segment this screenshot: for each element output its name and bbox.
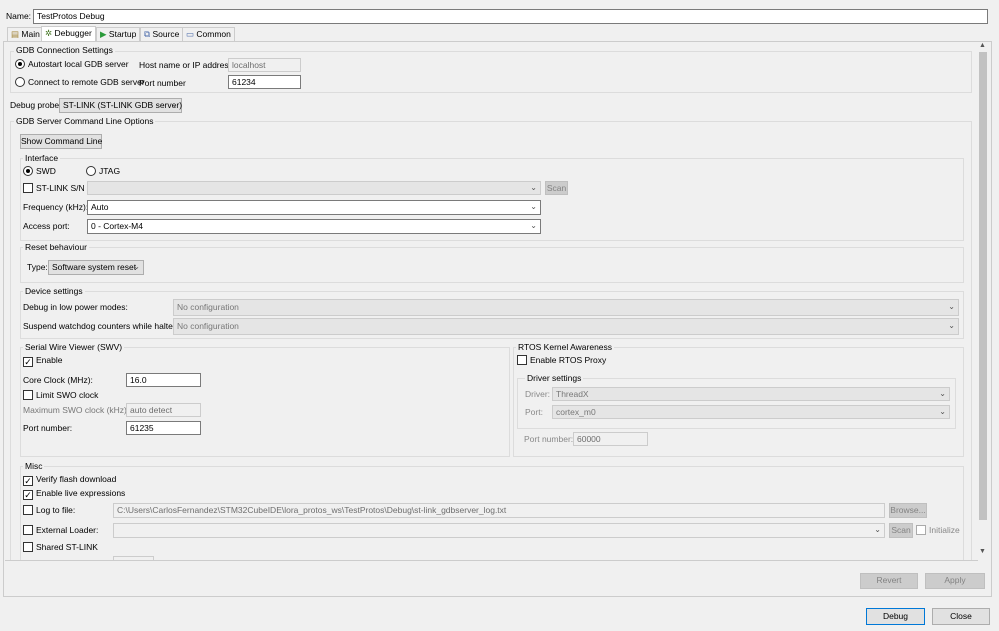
- debug-button[interactable]: Debug: [866, 608, 925, 625]
- apply-button[interactable]: Apply: [925, 573, 985, 589]
- reset-title: Reset behaviour: [23, 242, 89, 252]
- external-loader-checkbox[interactable]: External Loader:: [23, 525, 98, 536]
- low-power-select[interactable]: No configuration ⌄: [173, 299, 959, 316]
- scan-sn-button[interactable]: Scan: [545, 181, 568, 195]
- misc-title: Misc: [23, 461, 45, 471]
- scroll-up-icon[interactable]: ▲: [979, 42, 986, 49]
- frequency-select[interactable]: Auto ⌄: [87, 200, 541, 215]
- debug-probe-label: Debug probe: [10, 100, 60, 110]
- stlink-sn-checkbox[interactable]: ST-LINK S/N: [23, 183, 85, 194]
- port-label: Port number: [139, 78, 186, 88]
- initialize-checkbox[interactable]: Initialize: [916, 525, 960, 536]
- reset-type-select[interactable]: Software system reset ⌄: [48, 260, 144, 275]
- access-port-label: Access port:: [23, 221, 70, 231]
- driver-settings-title: Driver settings: [525, 373, 584, 383]
- name-label: Name:: [6, 11, 32, 21]
- max-swo-input[interactable]: auto detect: [126, 403, 201, 417]
- max-swo-label: Maximum SWO clock (kHz):: [23, 405, 130, 415]
- external-loader-select[interactable]: ⌄: [113, 523, 885, 538]
- rtos-port-number-input[interactable]: 60000: [573, 432, 648, 446]
- swv-group: [20, 347, 510, 457]
- shared-stlink-checkbox[interactable]: Shared ST-LINK: [23, 542, 98, 553]
- driver-label: Driver:: [525, 389, 551, 399]
- scrollbar[interactable]: ▲ ▼: [978, 42, 988, 560]
- scroll-area-border: [5, 560, 978, 561]
- driver-select[interactable]: ThreadX ⌄: [552, 387, 950, 401]
- swv-enable-checkbox[interactable]: ✓ Enable: [23, 355, 62, 367]
- interface-title: Interface: [23, 153, 61, 163]
- swd-radio[interactable]: SWD: [23, 166, 56, 177]
- log-to-file-checkbox[interactable]: Log to file:: [23, 505, 75, 516]
- host-input[interactable]: localhost: [228, 58, 301, 72]
- bug-icon: ✲: [45, 28, 53, 38]
- source-icon: ⧉: [144, 29, 151, 39]
- host-label: Host name or IP address: [139, 60, 233, 70]
- jtag-radio[interactable]: JTAG: [86, 166, 120, 177]
- common-icon: ▭: [186, 29, 195, 39]
- swv-port-label: Port number:: [23, 423, 73, 433]
- verify-flash-checkbox[interactable]: ✓ Verify flash download: [23, 474, 116, 486]
- limit-swo-checkbox[interactable]: Limit SWO clock: [23, 390, 98, 401]
- watchdog-label: Suspend watchdog counters while halted:: [23, 321, 180, 331]
- tab-source[interactable]: ⧉ Source: [140, 27, 184, 41]
- scan-loader-button[interactable]: Scan: [889, 523, 913, 538]
- revert-button[interactable]: Revert: [860, 573, 918, 589]
- debug-probe-select[interactable]: ST-LINK (ST-LINK GDB server) ⌄: [59, 98, 182, 113]
- access-port-select[interactable]: 0 - Cortex-M4 ⌄: [87, 219, 541, 234]
- log-file-input[interactable]: C:\Users\CarlosFernandez\STM32CubeIDE\lo…: [113, 503, 885, 518]
- watchdog-select[interactable]: No configuration ⌄: [173, 318, 959, 335]
- tab-main[interactable]: ▤ Main: [7, 27, 44, 41]
- rtos-port-label: Port:: [525, 407, 543, 417]
- gdb-connection-title: GDB Connection Settings: [14, 45, 115, 55]
- device-settings-title: Device settings: [23, 286, 85, 296]
- browse-button[interactable]: Browse...: [889, 503, 927, 518]
- frequency-label: Frequency (kHz):: [23, 202, 89, 212]
- rtos-port-number-label: Port number:: [524, 434, 574, 444]
- autostart-radio[interactable]: Autostart local GDB server: [15, 59, 129, 70]
- document-icon: ▤: [11, 29, 20, 39]
- live-expressions-checkbox[interactable]: ✓ Enable live expressions: [23, 488, 125, 500]
- port-input[interactable]: 61234: [228, 75, 301, 89]
- chevron-down-icon: ⌄: [171, 100, 178, 109]
- driver-settings-group: [517, 378, 956, 429]
- rtos-title: RTOS Kernel Awareness: [516, 342, 615, 352]
- swv-title: Serial Wire Viewer (SWV): [23, 342, 125, 352]
- server-options-title: GDB Server Command Line Options: [14, 116, 156, 126]
- name-input[interactable]: TestProtos Debug: [33, 9, 988, 24]
- core-clock-input[interactable]: 16.0: [126, 373, 201, 387]
- rtos-port-select[interactable]: cortex_m0 ⌄: [552, 405, 950, 419]
- tab-startup[interactable]: ▶ Startup: [96, 27, 141, 41]
- low-power-label: Debug in low power modes:: [23, 302, 128, 312]
- reset-type-label: Type:: [27, 262, 48, 272]
- reset-group: [20, 247, 964, 283]
- rtos-proxy-checkbox[interactable]: Enable RTOS Proxy: [517, 355, 606, 366]
- swv-port-input[interactable]: 61235: [126, 421, 201, 435]
- scrollbar-thumb[interactable]: [979, 52, 987, 520]
- connect-remote-radio[interactable]: Connect to remote GDB server: [15, 77, 145, 88]
- play-icon: ▶: [100, 29, 107, 39]
- tab-debugger[interactable]: ✲ Debugger: [41, 26, 96, 42]
- scroll-down-icon[interactable]: ▼: [979, 548, 986, 555]
- close-button[interactable]: Close: [932, 608, 990, 625]
- stlink-sn-select[interactable]: ⌄: [87, 181, 541, 195]
- tab-common[interactable]: ▭ Common: [182, 27, 235, 41]
- core-clock-label: Core Clock (MHz):: [23, 375, 93, 385]
- show-command-line-button[interactable]: Show Command Line: [20, 134, 102, 149]
